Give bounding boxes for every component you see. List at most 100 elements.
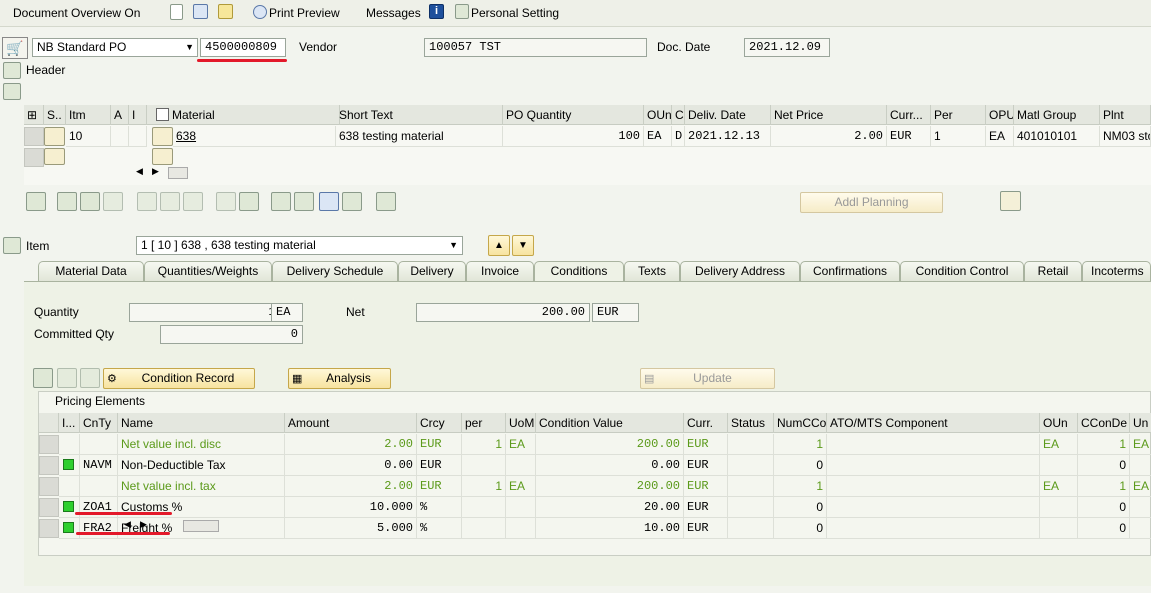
pricing-un-cell[interactable]: EA bbox=[1130, 476, 1151, 497]
sort-asc-icon[interactable] bbox=[271, 192, 291, 211]
status-cell-button[interactable] bbox=[44, 127, 65, 146]
currency-exchange-icon[interactable] bbox=[1000, 191, 1021, 211]
pricing-name-cell[interactable]: Non-Deductible Tax bbox=[118, 455, 285, 476]
pricing-col-status[interactable]: Status bbox=[728, 413, 774, 433]
row-selector[interactable] bbox=[39, 435, 59, 454]
pricing-name-cell[interactable]: Net value incl. tax bbox=[118, 476, 285, 497]
pricing-per-cell[interactable]: 1 bbox=[462, 476, 506, 497]
col-curr[interactable]: Curr... bbox=[887, 105, 931, 125]
details-icon[interactable] bbox=[26, 192, 46, 211]
pricing-oun-cell[interactable]: EA bbox=[1040, 434, 1078, 455]
net-value-field[interactable]: 200.00 bbox=[416, 303, 590, 322]
scroll-thumb[interactable] bbox=[168, 167, 188, 179]
scroll-right-icon[interactable]: ▶ bbox=[140, 519, 147, 530]
pricing-amount-cell[interactable]: 5.000 bbox=[285, 518, 417, 539]
a-cell[interactable] bbox=[111, 126, 129, 147]
filter-icon[interactable] bbox=[319, 192, 339, 211]
add-row-icon[interactable] bbox=[57, 192, 77, 211]
scroll-left-icon[interactable]: ◀ bbox=[124, 519, 131, 530]
pricing-col-oun[interactable]: OUn bbox=[1040, 413, 1078, 433]
pricing-uom-cell[interactable] bbox=[506, 518, 536, 539]
tab-conditions[interactable]: Conditions bbox=[534, 261, 624, 281]
pricing-col-name[interactable]: Name bbox=[118, 413, 285, 433]
po-type-select[interactable]: NB Standard PO ▼ bbox=[32, 38, 198, 57]
paste-row-icon[interactable] bbox=[103, 192, 123, 211]
pricing-col-condition-value[interactable]: Condition Value bbox=[536, 413, 684, 433]
pricing-cond-value-cell[interactable]: 0.00 bbox=[536, 455, 684, 476]
pricing-cond-value-cell[interactable]: 20.00 bbox=[536, 497, 684, 518]
pricing-numcco-cell[interactable]: 0 bbox=[774, 518, 827, 539]
pricing-crcy-cell[interactable]: % bbox=[417, 518, 462, 539]
pricing-numcco-cell[interactable]: 1 bbox=[774, 434, 827, 455]
messages-button[interactable]: Messages bbox=[366, 3, 421, 23]
collapse-overview-icon[interactable] bbox=[3, 83, 21, 100]
analysis-button[interactable]: ▦ Analysis bbox=[288, 368, 391, 389]
tab-delivery-address[interactable]: Delivery Address bbox=[680, 261, 800, 281]
pricing-per-cell[interactable]: 1 bbox=[462, 434, 506, 455]
tab-confirmations[interactable]: Confirmations bbox=[800, 261, 900, 281]
pricing-curr-cell[interactable]: EUR bbox=[684, 455, 728, 476]
col-oun[interactable]: OUn bbox=[644, 105, 672, 125]
i-cell[interactable] bbox=[129, 126, 147, 147]
condition-add-icon[interactable] bbox=[57, 368, 77, 388]
material-cell-button[interactable] bbox=[152, 148, 173, 165]
material-link[interactable]: 638 bbox=[173, 126, 336, 147]
pricing-cnty-cell[interactable]: FRA2 bbox=[80, 518, 118, 539]
pricing-ato-cell[interactable] bbox=[827, 434, 1040, 455]
pricing-ato-cell[interactable] bbox=[827, 476, 1040, 497]
expand-header-icon[interactable] bbox=[3, 62, 21, 79]
pricing-col-amount[interactable]: Amount bbox=[285, 413, 417, 433]
row-selector[interactable] bbox=[39, 456, 59, 475]
pricing-row[interactable]: Net value incl. tax 2.00 EUR 1 EA 200.00 EUR 1 E… bbox=[39, 476, 1151, 497]
curr-cell[interactable]: EUR bbox=[887, 126, 931, 147]
tab-invoice[interactable]: Invoice bbox=[466, 261, 534, 281]
cart-icon[interactable]: 🛒 bbox=[2, 37, 28, 59]
col-opu[interactable]: OPU bbox=[986, 105, 1014, 125]
pricing-col-curr[interactable]: Curr. bbox=[684, 413, 728, 433]
opu-cell[interactable]: EA bbox=[986, 126, 1014, 147]
col-po-quantity[interactable]: PO Quantity bbox=[503, 105, 644, 125]
pricing-amount-cell[interactable]: 10.000 bbox=[285, 497, 417, 518]
c-cell[interactable]: D bbox=[672, 126, 685, 147]
vendor-field[interactable]: 100057 TST bbox=[424, 38, 647, 57]
col-deliv-date[interactable]: Deliv. Date bbox=[685, 105, 771, 125]
table-row[interactable]: 10 638 638 testing material 100 EA D 202… bbox=[24, 126, 1151, 147]
itm-cell[interactable]: 10 bbox=[66, 126, 111, 147]
pricing-col-select[interactable] bbox=[39, 413, 59, 433]
pricing-horizontal-scrollbar[interactable]: ◀ ▶ bbox=[122, 519, 222, 533]
col-c[interactable]: C bbox=[672, 105, 685, 125]
previous-item-button[interactable]: ▲ bbox=[488, 235, 510, 256]
info-icon[interactable]: i bbox=[429, 4, 444, 19]
update-button[interactable]: ▤ Update bbox=[640, 368, 775, 389]
plnt-cell[interactable]: NM03 sto bbox=[1100, 126, 1151, 147]
pricing-numcco-cell[interactable]: 1 bbox=[774, 476, 827, 497]
lock-icon[interactable] bbox=[160, 192, 180, 211]
committed-qty-field[interactable]: 0 bbox=[160, 325, 303, 344]
row-selector[interactable] bbox=[39, 477, 59, 496]
pricing-oun-cell[interactable] bbox=[1040, 497, 1078, 518]
tab-delivery-schedule[interactable]: Delivery Schedule bbox=[272, 261, 398, 281]
tab-material-data[interactable]: Material Data bbox=[38, 261, 144, 281]
col-s[interactable]: S.. bbox=[44, 105, 66, 125]
pricing-uom-cell[interactable] bbox=[506, 455, 536, 476]
pricing-ato-cell[interactable] bbox=[827, 497, 1040, 518]
pricing-crcy-cell[interactable]: EUR bbox=[417, 476, 462, 497]
pricing-col-per[interactable]: per bbox=[462, 413, 506, 433]
item-select[interactable]: 1 [ 10 ] 638 , 638 testing material ▼ bbox=[136, 236, 463, 255]
pricing-col-ato-mts[interactable]: ATO/MTS Component bbox=[827, 413, 1040, 433]
col-a[interactable]: A bbox=[111, 105, 129, 125]
pricing-ccon-cell[interactable]: 0 bbox=[1078, 518, 1130, 539]
personal-setting-button[interactable]: Personal Setting bbox=[471, 3, 559, 23]
scroll-right-icon[interactable]: ▶ bbox=[152, 166, 159, 177]
pricing-amount-cell[interactable]: 2.00 bbox=[285, 434, 417, 455]
copy-document-icon[interactable] bbox=[218, 4, 233, 19]
pricing-col-uom[interactable]: UoM bbox=[506, 413, 536, 433]
tab-delivery[interactable]: Delivery bbox=[398, 261, 466, 281]
pricing-ato-cell[interactable] bbox=[827, 518, 1040, 539]
pricing-status-cell[interactable] bbox=[728, 497, 774, 518]
items-horizontal-scrollbar[interactable]: ◀ ▶ bbox=[134, 166, 190, 180]
sort-desc-icon[interactable] bbox=[294, 192, 314, 211]
deselect-icon[interactable] bbox=[239, 192, 259, 211]
pricing-numcco-cell[interactable]: 0 bbox=[774, 497, 827, 518]
quantity-unit-field[interactable]: EA bbox=[271, 303, 303, 322]
